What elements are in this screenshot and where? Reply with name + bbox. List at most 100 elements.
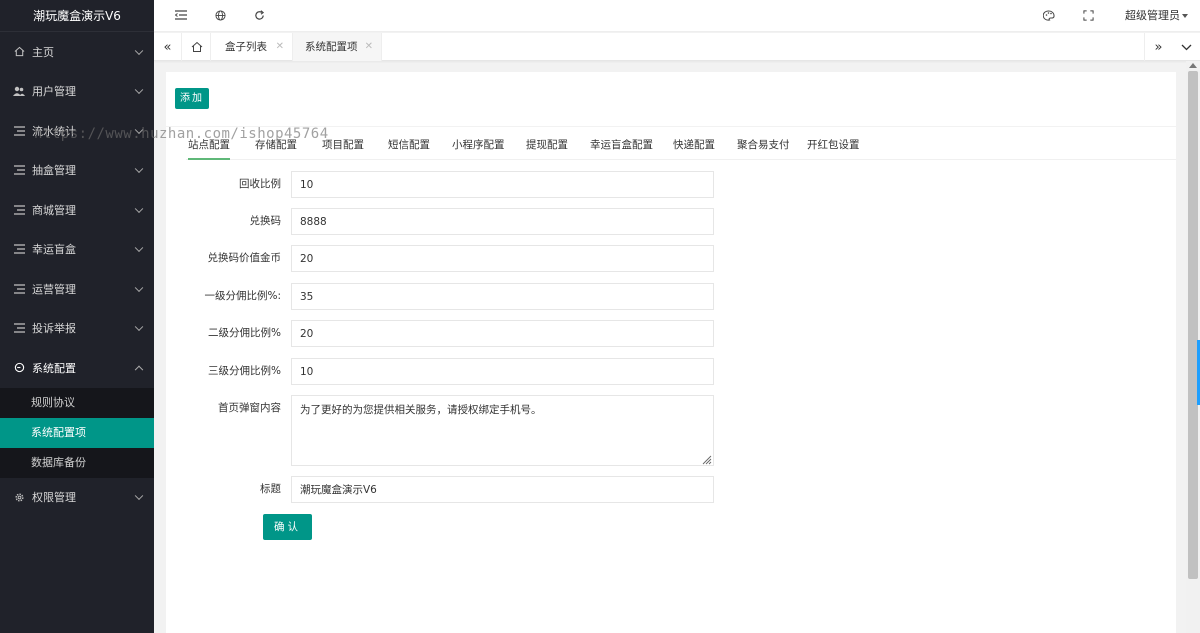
users-icon [12, 84, 26, 98]
sidebar-item-label: 权限管理 [32, 491, 76, 505]
home-tab[interactable] [183, 33, 211, 61]
config-tabs: 站点配置 存储配置 项目配置 短信配置 小程序配置 提现配置 幸运盲盒配置 快递… [186, 127, 1176, 160]
add-button[interactable]: 添加 [175, 88, 209, 109]
top-header: 超级管理员 [154, 0, 1200, 32]
chevron-down-icon [134, 491, 144, 501]
home-icon [191, 41, 202, 52]
submenu-item-db-backup[interactable]: 数据库备份 [0, 448, 154, 478]
level2-commission-label: 二级分佣比例% [208, 327, 281, 339]
page-tabs-bar: « 盒子列表 ✕ 系统配置项 ✕ » [154, 33, 1200, 61]
sidebar-item-lucky-box[interactable]: 幸运盲盒 [0, 230, 154, 270]
sidebar-item-label: 系统配置 [32, 361, 76, 375]
menu-toggle-icon[interactable] [174, 8, 188, 22]
tab-label: 盒子列表 [225, 41, 267, 53]
sidebar-item-system-config[interactable]: 系统配置 [0, 348, 154, 388]
redeem-value-input[interactable] [291, 245, 714, 272]
tab-label: 系统配置项 [305, 41, 358, 53]
redeem-code-label: 兑换码 [249, 215, 282, 227]
tab-site-config[interactable]: 站点配置 [188, 127, 230, 160]
redeem-code-input[interactable] [291, 208, 714, 235]
chevron-down-icon [134, 243, 144, 253]
submenu-item-rules[interactable]: 规则协议 [0, 388, 154, 418]
sidebar-item-complaints[interactable]: 投诉举报 [0, 309, 154, 349]
level1-commission-input[interactable] [291, 283, 714, 310]
tab-withdraw-config[interactable]: 提现配置 [526, 127, 568, 160]
sidebar-item-label: 流水统计 [32, 124, 76, 138]
level3-commission-label: 三级分佣比例% [208, 365, 281, 377]
sidebar-item-permissions[interactable]: 权限管理 [0, 478, 154, 518]
popup-content-textarea[interactable]: 为了更好的为您提供相关服务，请授权绑定手机号。 [291, 395, 714, 466]
submenu-item-config-items[interactable]: 系统配置项 [0, 417, 154, 448]
home-icon [12, 45, 26, 59]
sidebar-item-home[interactable]: 主页 [0, 32, 154, 72]
content-card: 添加 站点配置 存储配置 项目配置 短信配置 小程序配置 提现配置 幸运盲盒配置… [166, 72, 1176, 633]
tab-aggregate-pay[interactable]: 聚合易支付 [737, 127, 790, 160]
chevron-down-icon [134, 283, 144, 292]
sidebar-item-label: 投诉举报 [32, 322, 76, 336]
list-icon [12, 163, 26, 177]
confirm-button[interactable]: 确认 [263, 514, 312, 540]
scroll-right-icon[interactable]: » [1144, 33, 1172, 61]
title-input[interactable] [291, 476, 714, 503]
sidebar: 潮玩魔盒演示V6 主页 用户管理 流水统计 抽盒管理 商城管理 幸运盲盒 运营管… [0, 0, 154, 633]
list-icon [12, 321, 26, 335]
chevron-down-icon[interactable] [1172, 33, 1200, 61]
chevron-down-icon [134, 125, 144, 134]
sidebar-item-label: 用户管理 [32, 85, 76, 99]
recycle-ratio-input[interactable] [291, 171, 714, 198]
tab-storage-config[interactable]: 存储配置 [255, 127, 297, 160]
chevron-down-icon [134, 322, 144, 332]
tab-miniprogram-config[interactable]: 小程序配置 [452, 127, 505, 160]
level3-commission-input[interactable] [291, 358, 714, 385]
list-icon [12, 282, 26, 296]
settings-icon [12, 361, 26, 375]
globe-icon[interactable] [213, 8, 227, 22]
sidebar-item-users[interactable]: 用户管理 [0, 72, 154, 112]
scrollbar-thumb[interactable] [1188, 71, 1198, 579]
system-config-submenu: 规则协议 系统配置项 数据库备份 [0, 387, 154, 478]
chevron-up-icon [134, 365, 144, 374]
gear-icon [12, 490, 26, 504]
chevron-down-icon [134, 204, 144, 213]
sidebar-item-mall[interactable]: 商城管理 [0, 190, 154, 230]
tab-red-packet-settings[interactable]: 开红包设置 [807, 127, 860, 160]
resize-handle-icon[interactable] [702, 455, 712, 465]
popup-content-label: 首页弹窗内容 [218, 402, 281, 414]
tab-box-list[interactable]: 盒子列表 ✕ [213, 33, 293, 61]
tab-sms-config[interactable]: 短信配置 [388, 127, 430, 160]
tab-express-config[interactable]: 快递配置 [673, 127, 715, 160]
list-icon [12, 242, 26, 256]
fullscreen-icon[interactable] [1081, 8, 1095, 22]
sidebar-item-label: 幸运盲盒 [32, 243, 76, 257]
recycle-ratio-label: 回收比例 [239, 178, 281, 190]
tab-lucky-box-config[interactable]: 幸运盲盒配置 [590, 127, 653, 160]
user-name: 超级管理员 [1125, 9, 1180, 22]
refresh-icon[interactable] [252, 8, 266, 22]
tab-system-config-items[interactable]: 系统配置项 ✕ [293, 33, 382, 61]
scroll-left-icon[interactable]: « [154, 33, 182, 61]
palette-icon[interactable] [1042, 8, 1056, 22]
chevron-down-icon [134, 164, 144, 174]
list-icon [12, 203, 26, 217]
close-icon[interactable]: ✕ [365, 33, 373, 61]
chevron-down-icon [134, 85, 144, 95]
close-icon[interactable]: ✕ [276, 33, 284, 61]
list-icon [12, 124, 26, 138]
sidebar-item-stats[interactable]: 流水统计 [0, 111, 154, 151]
redeem-value-label: 兑换码价值金币 [207, 252, 282, 264]
sidebar-item-label: 主页 [32, 45, 54, 59]
scroll-up-arrow-icon[interactable] [1189, 63, 1197, 68]
chevron-down-icon [134, 46, 144, 55]
sidebar-item-label: 商城管理 [32, 203, 76, 217]
user-menu[interactable]: 超级管理员 [1125, 0, 1200, 32]
level1-commission-label: 一级分佣比例%: [204, 290, 281, 302]
sidebar-item-label: 抽盒管理 [32, 164, 76, 178]
title-label: 标题 [260, 483, 281, 495]
sidebar-item-box-draw[interactable]: 抽盒管理 [0, 151, 154, 191]
sidebar-item-operations[interactable]: 运营管理 [0, 269, 154, 309]
app-logo-title[interactable]: 潮玩魔盒演示V6 [0, 0, 154, 32]
sidebar-item-label: 运营管理 [32, 282, 76, 296]
level2-commission-input[interactable] [291, 320, 714, 347]
tab-project-config[interactable]: 项目配置 [322, 127, 364, 160]
caret-down-icon [1182, 14, 1188, 18]
